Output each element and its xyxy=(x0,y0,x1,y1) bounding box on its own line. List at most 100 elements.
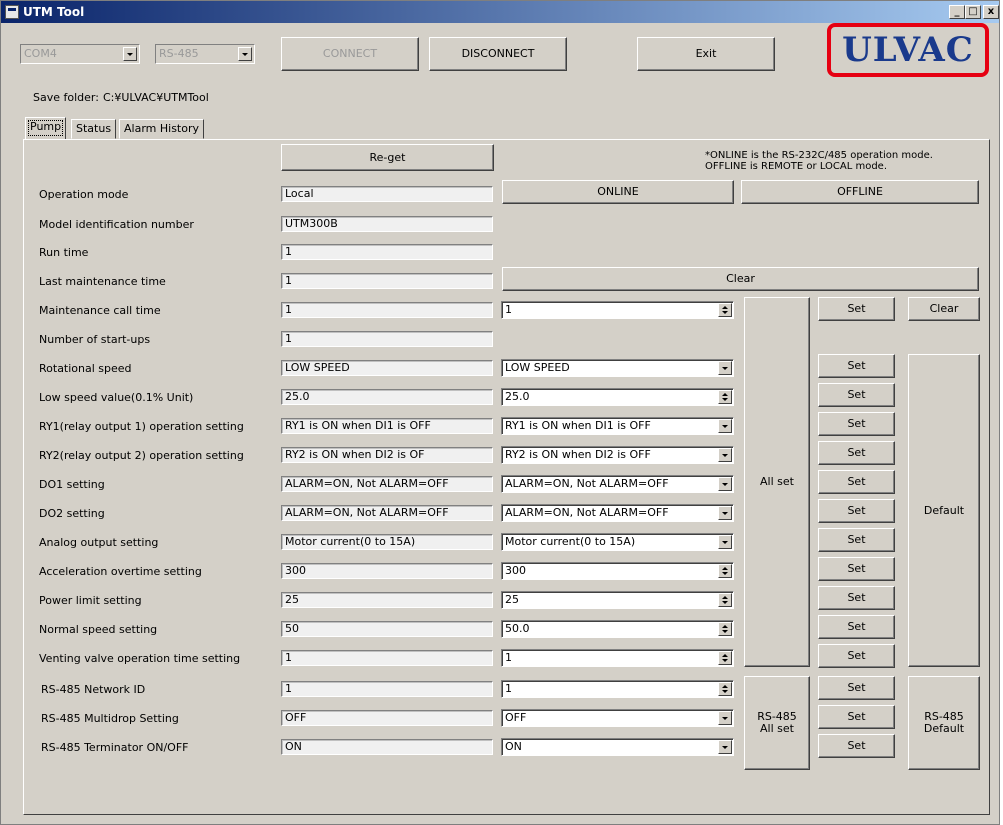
set-button[interactable]: Set xyxy=(818,470,895,494)
set-button[interactable]: Set xyxy=(818,297,895,321)
disconnect-button[interactable]: DISCONNECT xyxy=(429,37,567,71)
spinner-icon[interactable] xyxy=(718,390,732,404)
clear-call-time-button[interactable]: Clear xyxy=(908,297,980,321)
row-input-value: RY1 is ON when DI1 is OFF xyxy=(505,419,651,432)
row-input[interactable]: 25.0 xyxy=(501,388,734,406)
row-current-value: RY2 is ON when DI2 is OF xyxy=(281,447,493,463)
row-current-value: 25 xyxy=(281,592,493,608)
row-label: Operation mode xyxy=(39,188,129,201)
row-current-value: Motor current(0 to 15A) xyxy=(281,534,493,550)
row-input-value: OFF xyxy=(505,711,527,724)
set-button[interactable]: Set xyxy=(818,557,895,581)
rs485-all-set-button[interactable]: RS-485 All set xyxy=(744,676,810,770)
row-current-value: OFF xyxy=(281,710,493,726)
row-current-value: ALARM=ON, Not ALARM=OFF xyxy=(281,476,493,492)
set-button[interactable]: Set xyxy=(818,676,895,700)
mode-value: RS-485 xyxy=(159,47,199,60)
row-current-value: 300 xyxy=(281,563,493,579)
row-current-value: Local xyxy=(281,186,493,202)
set-button[interactable]: Set xyxy=(818,615,895,639)
tab-alarm-history[interactable]: Alarm History xyxy=(119,119,204,139)
note-line-2: OFFLINE is REMOTE or LOCAL mode. xyxy=(705,161,888,172)
chevron-down-icon[interactable] xyxy=(718,740,732,754)
rs485-default-button[interactable]: RS-485 Default xyxy=(908,676,980,770)
row-select[interactable]: RY2 is ON when DI2 is OFF xyxy=(501,446,734,464)
chevron-down-icon[interactable] xyxy=(718,477,732,491)
chevron-down-icon[interactable] xyxy=(718,448,732,462)
row-label: DO2 setting xyxy=(39,507,105,520)
spinner-icon[interactable] xyxy=(718,682,732,696)
row-select[interactable]: ON xyxy=(501,738,734,756)
row-input[interactable]: 300 xyxy=(501,562,734,580)
row-label: DO1 setting xyxy=(39,478,105,491)
row-label: RY1(relay output 1) operation setting xyxy=(39,420,244,433)
set-button[interactable]: Set xyxy=(818,499,895,523)
set-button[interactable]: Set xyxy=(818,383,895,407)
spinner-icon[interactable] xyxy=(718,593,732,607)
row-current-value: 1 xyxy=(281,650,493,666)
rs485-all-set-line2: All set xyxy=(760,722,794,735)
row-label: Last maintenance time xyxy=(39,275,166,288)
row-current-value: 1 xyxy=(281,681,493,697)
chevron-down-icon[interactable] xyxy=(718,361,732,375)
chevron-down-icon[interactable] xyxy=(123,47,137,61)
row-select[interactable]: RY1 is ON when DI1 is OFF xyxy=(501,417,734,435)
all-set-button[interactable]: All set xyxy=(744,297,810,667)
chevron-down-icon[interactable] xyxy=(718,419,732,433)
app-icon xyxy=(5,5,19,19)
set-button[interactable]: Set xyxy=(818,586,895,610)
row-label: Rotational speed xyxy=(39,362,132,375)
clear-maintenance-button[interactable]: Clear xyxy=(502,267,979,291)
row-label: RS-485 Network ID xyxy=(41,683,146,696)
row-label: RS-485 Terminator ON/OFF xyxy=(41,741,189,754)
spinner-icon[interactable] xyxy=(718,564,732,578)
set-button[interactable]: Set xyxy=(818,705,895,729)
spinner-icon[interactable] xyxy=(718,651,732,665)
row-input[interactable]: 25 xyxy=(501,591,734,609)
maximize-button[interactable]: □ xyxy=(965,5,981,19)
tab-pump[interactable]: Pump xyxy=(25,117,67,139)
row-select[interactable]: LOW SPEED xyxy=(501,359,734,377)
set-button[interactable]: Set xyxy=(818,441,895,465)
port-select[interactable]: COM4 xyxy=(20,44,140,64)
row-input-value: 50.0 xyxy=(505,622,530,635)
row-select[interactable]: ALARM=ON, Not ALARM=OFF xyxy=(501,475,734,493)
default-button[interactable]: Default xyxy=(908,354,980,667)
row-label: Venting valve operation time setting xyxy=(39,652,241,665)
set-button[interactable]: Set xyxy=(818,734,895,758)
row-current-value: 1 xyxy=(281,302,493,318)
online-button[interactable]: ONLINE xyxy=(502,180,734,204)
chevron-down-icon[interactable] xyxy=(718,506,732,520)
row-select[interactable]: OFF xyxy=(501,709,734,727)
row-select[interactable]: ALARM=ON, Not ALARM=OFF xyxy=(501,504,734,522)
set-button[interactable]: Set xyxy=(818,354,895,378)
main-window: UTM Tool _ □ x COM4 RS-485 CONNECT DISCO… xyxy=(0,0,1000,825)
row-select[interactable]: Motor current(0 to 15A) xyxy=(501,533,734,551)
offline-button[interactable]: OFFLINE xyxy=(741,180,979,204)
set-button[interactable]: Set xyxy=(818,412,895,436)
set-button[interactable]: Set xyxy=(818,528,895,552)
mode-select[interactable]: RS-485 xyxy=(155,44,255,64)
row-input[interactable]: 1 xyxy=(501,649,734,667)
row-input[interactable]: 50.0 xyxy=(501,620,734,638)
exit-button[interactable]: Exit xyxy=(637,37,775,71)
window-title: UTM Tool xyxy=(23,5,85,19)
connect-button[interactable]: CONNECT xyxy=(281,37,419,71)
row-input[interactable]: 1 xyxy=(501,680,734,698)
tab-status[interactable]: Status xyxy=(71,119,117,139)
close-button[interactable]: x xyxy=(983,5,999,19)
chevron-down-icon[interactable] xyxy=(718,535,732,549)
minimize-button[interactable]: _ xyxy=(949,5,965,19)
reget-button[interactable]: Re-get xyxy=(281,144,494,171)
row-current-value: 1 xyxy=(281,273,493,289)
spinner-icon[interactable] xyxy=(718,303,732,317)
spinner-icon[interactable] xyxy=(718,622,732,636)
set-button[interactable]: Set xyxy=(818,644,895,668)
save-folder-label: Save folder: xyxy=(33,91,99,104)
row-input[interactable]: 1 xyxy=(501,301,734,319)
chevron-down-icon[interactable] xyxy=(718,711,732,725)
row-input-value: 1 xyxy=(505,303,512,316)
chevron-down-icon[interactable] xyxy=(238,47,252,61)
note-line-1: *ONLINE is the RS-232C/485 operation mod… xyxy=(705,150,933,161)
row-label: Normal speed setting xyxy=(39,623,158,636)
